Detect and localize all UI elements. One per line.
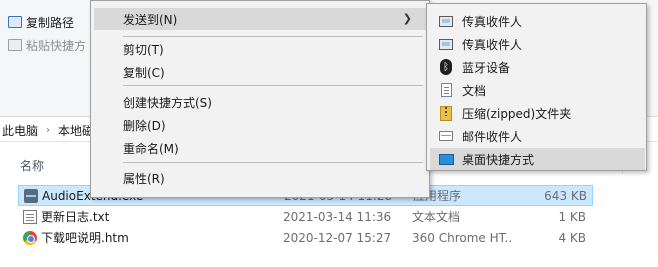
menu-item-label: 发送到(N) (123, 12, 178, 27)
file-date: 2020-12-07 15:27 (283, 230, 392, 245)
menu-item-label: 重命名(M) (123, 141, 179, 156)
chevron-right-icon: ❯ (402, 12, 412, 25)
zip-folder-icon (438, 105, 454, 121)
submenu-item-label: 传真收件人 (462, 14, 523, 29)
watermark-logo (515, 180, 655, 265)
submenu-item-documents[interactable]: 文档 (430, 79, 645, 101)
table-row[interactable]: 更新日志.txt 2021-03-14 11:36 文本文档 1 KB (18, 206, 593, 227)
file-type: 文本文档 (412, 210, 461, 224)
submenu-item-label: 文档 (462, 83, 487, 98)
submenu-item-label: 邮件收件人 (462, 129, 523, 144)
menu-item-create-shortcut[interactable]: 创建快捷方式(S) (94, 91, 426, 113)
menu-item-label: 删除(D) (123, 118, 166, 133)
documents-icon (438, 82, 454, 98)
menu-item-send-to[interactable]: 发送到(N) ❯ (94, 8, 426, 30)
menu-item-cut[interactable]: 剪切(T) (94, 38, 426, 60)
submenu-item-mail[interactable]: 邮件收件人 (430, 125, 645, 147)
submenu-item-bluetooth[interactable]: ᛒ 蓝牙设备 (430, 56, 645, 78)
file-name: 更新日志.txt (41, 210, 110, 224)
desktop-icon (438, 151, 454, 167)
paste-shortcut-icon (8, 39, 22, 51)
mail-icon (438, 128, 454, 144)
menu-item-label: 属性(R) (123, 171, 165, 186)
copy-path-icon (8, 16, 22, 28)
menu-item-properties[interactable]: 属性(R) (94, 167, 426, 189)
menu-item-delete[interactable]: 删除(D) (94, 114, 426, 136)
breadcrumb-separator-icon: › (46, 125, 51, 136)
breadcrumb-this-pc[interactable]: 此电脑 (2, 122, 38, 139)
submenu-item-fax[interactable]: 传真收件人 (430, 33, 645, 55)
text-file-icon (23, 209, 37, 224)
menu-item-rename[interactable]: 重命名(M) (94, 137, 426, 159)
file-date: 2021-03-14 11:36 (283, 209, 392, 224)
submenu-item-label: 桌面快捷方式 (462, 152, 535, 167)
menu-item-label: 复制(C) (123, 65, 165, 80)
menu-item-label: 创建快捷方式(S) (123, 95, 212, 110)
fax-icon (438, 36, 454, 52)
file-name: 下载吧说明.htm (41, 231, 129, 245)
submenu-item-fax[interactable]: 传真收件人 (430, 10, 645, 32)
paste-shortcut-button[interactable]: 粘贴快捷方 (8, 35, 86, 55)
menu-item-copy[interactable]: 复制(C) (94, 61, 426, 83)
fax-icon (438, 13, 454, 29)
exe-icon (24, 188, 38, 203)
copy-path-button[interactable]: 复制路径 (8, 12, 74, 32)
submenu-item-label: 传真收件人 (462, 37, 523, 52)
menu-separator (123, 36, 423, 37)
file-type: 360 Chrome HT... (412, 230, 512, 245)
submenu-item-zip-folder[interactable]: 压缩(zipped)文件夹 (430, 102, 645, 124)
menu-separator (123, 85, 423, 86)
send-to-submenu: 传真收件人 传真收件人 ᛒ 蓝牙设备 文档 压缩(zipped)文件夹 邮件收件… (426, 3, 647, 171)
context-menu: 发送到(N) ❯ 剪切(T) 复制(C) 创建快捷方式(S) 删除(D) 重命名… (90, 0, 430, 198)
submenu-item-label: 蓝牙设备 (462, 60, 511, 75)
menu-separator (123, 162, 423, 163)
copy-path-label: 复制路径 (26, 15, 75, 30)
table-row[interactable]: 下载吧说明.htm 2020-12-07 15:27 360 Chrome HT… (18, 227, 593, 248)
column-header-name[interactable]: 名称 (20, 157, 44, 174)
menu-item-label: 剪切(T) (123, 42, 164, 57)
submenu-item-label: 压缩(zipped)文件夹 (462, 106, 572, 121)
paste-shortcut-label: 粘贴快捷方 (26, 38, 87, 53)
submenu-item-desktop-shortcut[interactable]: 桌面快捷方式 (430, 148, 645, 170)
breadcrumb-local-disk[interactable]: 本地磁 (58, 122, 94, 139)
bluetooth-icon: ᛒ (438, 59, 454, 75)
chrome-html-icon (23, 230, 37, 245)
